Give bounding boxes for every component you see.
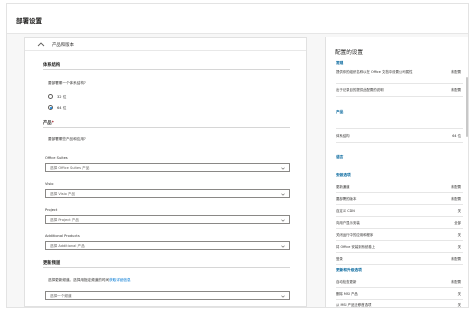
- project-placeholder: 选择 Project 产品: [50, 218, 79, 223]
- products-heading-text: 产品: [43, 121, 52, 126]
- visio-placeholder: 选择 Visio 产品: [50, 192, 76, 197]
- setting-key: 体系结构: [336, 134, 350, 138]
- section-header-products-versions[interactable]: 产品和版本: [25, 38, 306, 51]
- setting-value: 关: [457, 233, 461, 237]
- learn-more-link[interactable]: 获取详细信息: [109, 278, 131, 282]
- setting-key: 向用户显示安装: [336, 221, 360, 225]
- settings-row[interactable]: 关闭运行中的应用和程序 关: [336, 233, 463, 241]
- setting-key: 出于记录目的提供此配置的说明: [336, 88, 384, 92]
- additional-products-placeholder: 选择 Additional 产品: [50, 244, 85, 249]
- setting-key: 自动检查更新: [336, 280, 357, 284]
- setting-value: 关: [457, 303, 461, 307]
- settings-row: [336, 119, 463, 129]
- settings-row[interactable]: 从 MSI 产品迁移首选项 关: [336, 303, 463, 307]
- section-title: 产品和版本: [52, 43, 74, 48]
- divider: [43, 267, 290, 268]
- office-suites-placeholder: 选择 Office Suites 产品: [50, 166, 90, 171]
- setting-key: 删除 MSI 产品: [336, 292, 358, 296]
- divider: [43, 127, 290, 128]
- setting-key: 要部署的版本: [336, 197, 357, 201]
- setting-value: 关: [457, 209, 461, 213]
- chevron-down-icon: [281, 295, 285, 298]
- architecture-heading: 体系结构: [43, 63, 61, 68]
- configured-settings-panel: 配置的设置 常规 提供你的组织名称以在 Office 文档中设置公司属性 未配置…: [325, 37, 468, 307]
- setting-value: 关: [457, 292, 461, 296]
- setting-key: 更新通道: [336, 185, 350, 189]
- setting-key: 关闭运行中的应用和程序: [336, 233, 374, 237]
- page-title: 部署设置: [16, 17, 42, 25]
- update-channel-select[interactable]: 选择一个频道: [45, 291, 290, 300]
- radio-32-bit-label[interactable]: 32 位: [57, 95, 66, 100]
- setting-key: 自定义 CDN: [336, 209, 355, 213]
- setting-key: 提供你的组织名称以在 Office 文档中设置公司属性: [336, 70, 413, 74]
- setting-value: 未配置: [450, 88, 461, 92]
- additional-products-label: Additional Products: [45, 234, 80, 238]
- section-install-options-title[interactable]: 安装选项: [336, 173, 351, 178]
- office-suites-select[interactable]: 选择 Office Suites 产品: [45, 163, 290, 172]
- setting-value: 未配置: [450, 257, 461, 261]
- setting-value: 全部: [454, 221, 461, 225]
- top-bar: 部署设置: [7, 4, 468, 34]
- chevron-down-icon: [281, 193, 285, 196]
- radio-64-bit-label[interactable]: 64 位: [57, 106, 66, 111]
- radio-32-bit[interactable]: [48, 94, 53, 99]
- products-question: 要部署哪些产品和应用?: [48, 137, 86, 141]
- section-products-title[interactable]: 产品: [336, 110, 343, 115]
- office-suites-label: Office Suites: [45, 156, 68, 160]
- setting-key: 将 Office 安装到系统卷上: [336, 245, 376, 249]
- settings-row[interactable]: 自动检查更新 未配置: [336, 280, 463, 288]
- products-heading: 产品*: [43, 120, 54, 126]
- settings-row[interactable]: 自定义 CDN 关: [336, 209, 463, 217]
- settings-row[interactable]: 删除 MSI 产品 关: [336, 292, 463, 300]
- settings-row[interactable]: 提供你的组织名称以在 Office 文档中设置公司属性 未配置: [336, 70, 463, 84]
- additional-products-select[interactable]: 选择 Additional 产品: [45, 241, 290, 250]
- chevron-down-icon: [281, 167, 285, 170]
- configured-settings-title: 配置的设置: [335, 50, 363, 56]
- project-label: Project: [45, 208, 58, 212]
- visio-label: Visio: [45, 182, 54, 186]
- setting-key: 登录: [336, 257, 343, 261]
- update-channel-placeholder: 选择一个频道: [50, 294, 72, 299]
- setting-value: 关: [457, 245, 461, 249]
- product-settings-panel: 产品和版本 体系结构 要部署哪一个体系结构? 32 位 64 位 产品* 要部署…: [24, 37, 307, 307]
- setting-value: 未配置: [450, 197, 461, 201]
- settings-row[interactable]: 登录 未配置: [336, 257, 463, 265]
- settings-row[interactable]: 要部署的版本 未配置: [336, 197, 463, 205]
- section-general-title[interactable]: 常规: [336, 61, 343, 66]
- settings-row[interactable]: 向用户显示安装 全部: [336, 221, 463, 229]
- section-updates-title[interactable]: 更新和升级选项: [336, 268, 362, 273]
- settings-row[interactable]: 体系结构 64 位: [336, 134, 463, 143]
- architecture-question: 要部署哪一个体系结构?: [48, 81, 86, 85]
- setting-value: 未配置: [450, 185, 461, 189]
- chevron-down-icon: [281, 245, 285, 248]
- setting-value: 64 位: [452, 134, 461, 138]
- setting-key: 从 MSI 产品迁移首选项: [336, 303, 372, 307]
- visio-select[interactable]: 选择 Visio 产品: [45, 189, 290, 198]
- radio-64-bit[interactable]: [48, 105, 53, 110]
- setting-value: 未配置: [450, 70, 461, 74]
- update-channel-question: 选择更新频道。选择用指定频道的时间获取详细信息: [48, 278, 131, 283]
- update-channel-question-text: 选择更新频道。选择用指定频道的时间: [48, 278, 110, 282]
- section-languages-title[interactable]: 语言: [336, 155, 343, 160]
- project-select[interactable]: 选择 Project 产品: [45, 215, 290, 224]
- scrollbar[interactable]: [466, 77, 468, 137]
- settings-row[interactable]: 更新通道 未配置: [336, 185, 463, 193]
- update-channel-heading: 更新频道: [43, 261, 61, 266]
- required-mark: *: [51, 121, 54, 126]
- divider: [43, 69, 290, 70]
- chevron-up-icon[interactable]: [36, 41, 46, 48]
- settings-row[interactable]: 将 Office 安装到系统卷上 关: [336, 245, 463, 253]
- setting-value: 未配置: [450, 280, 461, 284]
- settings-row[interactable]: 出于记录目的提供此配置的说明 未配置: [336, 88, 463, 97]
- app-window: 部署设置 产品和版本 体系结构 要部署哪一个体系结构? 32 位 64 位 产品…: [6, 3, 469, 308]
- chevron-down-icon: [281, 219, 285, 222]
